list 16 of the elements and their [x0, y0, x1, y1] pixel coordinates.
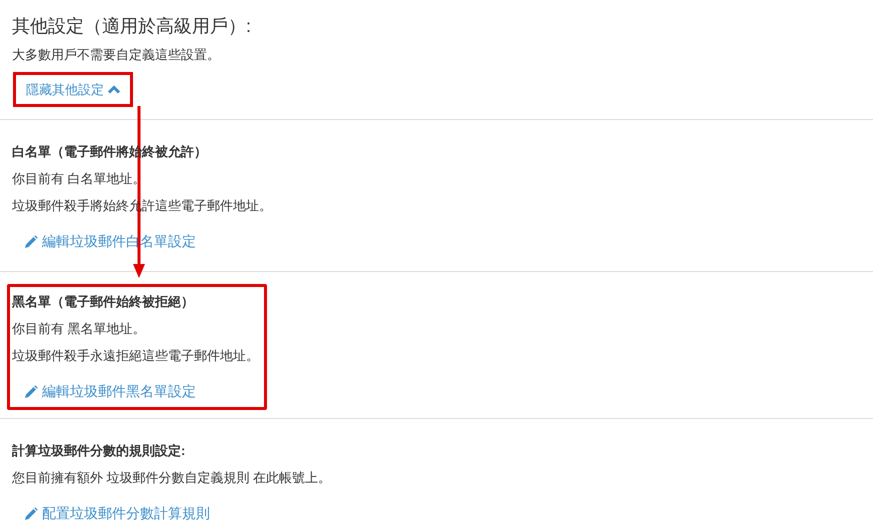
setting-text: 你目前有 黑名單地址。	[12, 320, 147, 338]
section-heading: 其他設定（適用於高級用戶）:	[12, 15, 252, 38]
setting-title: 計算垃圾郵件分數的規則設定:	[12, 442, 186, 460]
toggle-link[interactable]: 隱藏其他設定	[13, 72, 133, 107]
section-description: 大多數用戶不需要自定義這些設置。	[12, 46, 221, 64]
edit-link[interactable]: 編輯垃圾郵件白名單設定	[24, 228, 196, 255]
pencil-icon	[24, 234, 38, 248]
pencil-icon	[24, 506, 38, 520]
chevron-up-icon	[108, 85, 120, 94]
edit-link[interactable]: 編輯垃圾郵件黑名單設定	[24, 378, 196, 405]
setting-text: 垃圾郵件殺手永遠拒絕這些電子郵件地址。	[12, 347, 259, 365]
setting-text: 您目前擁有額外 垃圾郵件分數自定義規則 在此帳號上。	[12, 469, 332, 487]
setting-title: 黑名單（電子郵件始終被拒絕）	[12, 293, 195, 311]
pencil-icon	[24, 384, 38, 398]
edit-link[interactable]: 配置垃圾郵件分數計算規則	[24, 500, 210, 523]
setting-text: 你目前有 白名單地址。	[12, 170, 147, 188]
